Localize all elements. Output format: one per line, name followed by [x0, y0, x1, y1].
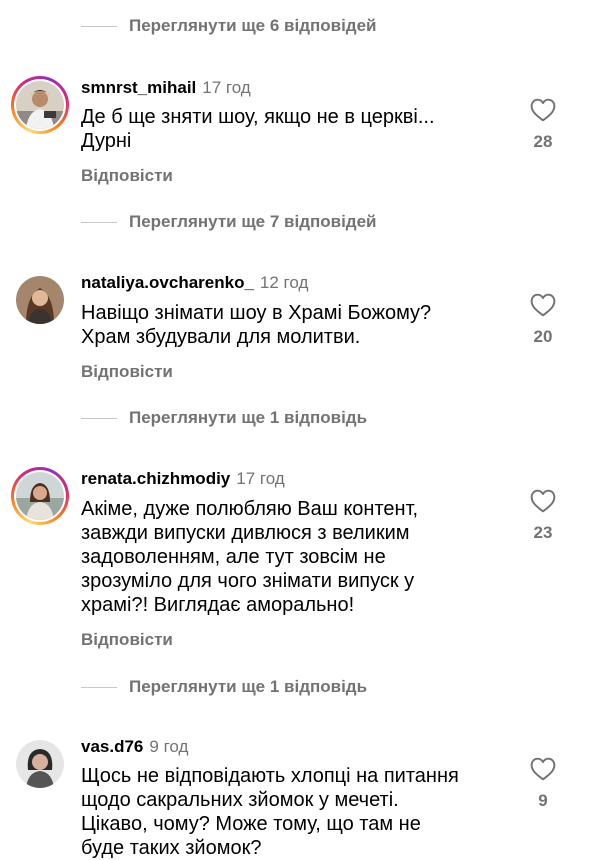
- heart-outline-icon[interactable]: [530, 489, 556, 513]
- comment-username[interactable]: vas.d76: [81, 737, 143, 757]
- comment-username[interactable]: smnrst_mihail: [81, 78, 196, 98]
- comment-meta: renata.chizhmodiy 17 год: [81, 467, 285, 491]
- comment-time: 12 год: [259, 273, 309, 292]
- like-count: 9: [538, 791, 548, 810]
- comment-text: Де б ще зняти шоу, якщо не в церкві... Д…: [81, 105, 501, 153]
- comment-text-line: храмі?! Виглядає аморально!: [81, 594, 355, 616]
- view-more-replies-label: Переглянути ще 1 відповідь: [129, 677, 368, 696]
- comment-text-line: зрозуміло для чого знімати випуск у: [81, 570, 415, 592]
- comment-text-line: Навіщо знімати шоу в Храмі Божому?: [81, 302, 432, 324]
- comment-text-line: Храм збудували для молитви.: [81, 326, 361, 348]
- replies-divider: [81, 25, 117, 27]
- like-area: 23: [521, 489, 565, 543]
- replies-divider: [81, 221, 117, 223]
- view-more-replies-button[interactable]: Переглянути ще 6 відповідей: [81, 14, 377, 38]
- heart-outline-icon[interactable]: [530, 293, 556, 317]
- avatar: [16, 472, 64, 520]
- comment-text-line: задоволенням, але тут зовсім не: [81, 546, 386, 568]
- avatar-wrap[interactable]: [11, 735, 69, 793]
- heart-outline-icon[interactable]: [530, 757, 556, 781]
- comment-meta: smnrst_mihail 17 год: [81, 76, 251, 100]
- comment-text-line: Дурні: [81, 130, 132, 152]
- comment-text-line: завжди випуски дивлюся з великим: [81, 522, 410, 544]
- view-more-replies-button[interactable]: Переглянути ще 7 відповідей: [81, 210, 377, 234]
- heart-outline-icon[interactable]: [530, 98, 556, 122]
- like-area: 20: [521, 293, 565, 347]
- comment-time: 17 год: [202, 78, 251, 97]
- comment-time: 9 год: [149, 737, 189, 756]
- view-more-replies-label: Переглянути ще 1 відповідь: [129, 408, 368, 427]
- comment-text-line: Де б ще зняти шоу, якщо не в церкві...: [81, 106, 435, 128]
- view-more-replies-label: Переглянути ще 7 відповідей: [129, 212, 377, 231]
- comment-text-line: щодо сакральних зйомок у мечеті.: [81, 789, 399, 811]
- view-more-replies-button[interactable]: Переглянути ще 1 відповідь: [81, 675, 367, 699]
- like-count: 20: [533, 327, 553, 346]
- comment-username[interactable]: renata.chizhmodiy: [81, 469, 230, 489]
- avatar-story-ring[interactable]: [11, 467, 69, 525]
- replies-divider: [81, 686, 117, 688]
- comment-time: 17 год: [236, 469, 285, 488]
- avatar: [16, 276, 64, 324]
- reply-button[interactable]: Відповісти: [81, 630, 173, 650]
- like-count: 28: [533, 132, 553, 151]
- avatar: [16, 81, 64, 129]
- comment-text-line: буде таких зйомок?: [81, 837, 262, 859]
- replies-divider: [81, 417, 117, 419]
- comment-text-line: Цікаво, чому? Може тому, що там не: [81, 813, 421, 835]
- comment-text: Щось не відповідають хлопці на питання щ…: [81, 764, 501, 860]
- reply-button[interactable]: Відповісти: [81, 362, 173, 382]
- reply-button[interactable]: Відповісти: [81, 166, 173, 186]
- like-area: 9: [521, 757, 565, 811]
- comment-text: Навіщо знімати шоу в Храмі Божому? Храм …: [81, 301, 501, 349]
- comment-text: Акіме, дуже полюбляю Ваш контент, завжди…: [81, 497, 501, 617]
- avatar: [16, 740, 64, 788]
- avatar-wrap[interactable]: [11, 271, 69, 329]
- like-area: 28: [521, 98, 565, 152]
- view-more-replies-label: Переглянути ще 6 відповідей: [129, 16, 377, 35]
- like-count: 23: [533, 523, 553, 542]
- comment-meta: vas.d76 9 год: [81, 735, 188, 759]
- comment-meta: nataliya.ovcharenko_ 12 год: [81, 271, 308, 295]
- view-more-replies-button[interactable]: Переглянути ще 1 відповідь: [81, 406, 367, 430]
- comment-text-line: Щось не відповідають хлопці на питання: [81, 765, 459, 787]
- avatar-story-ring[interactable]: [11, 76, 69, 134]
- comment-text-line: Акіме, дуже полюбляю Ваш контент,: [81, 498, 419, 520]
- comment-username[interactable]: nataliya.ovcharenko_: [81, 273, 254, 293]
